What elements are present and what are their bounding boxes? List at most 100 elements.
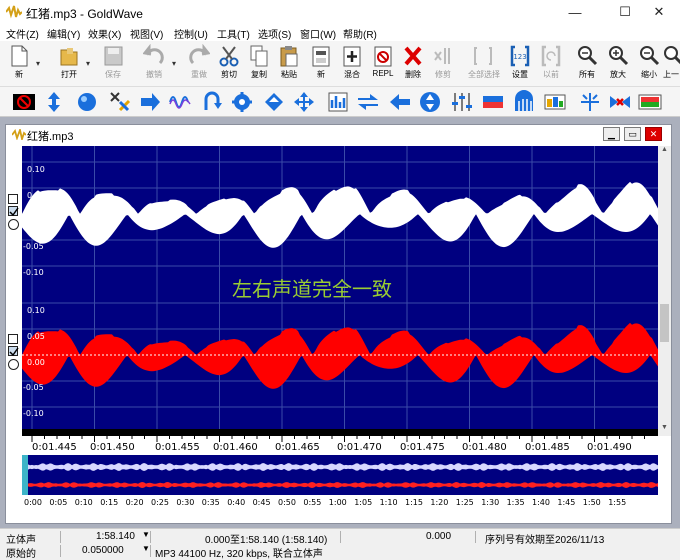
mix-icon (343, 46, 361, 67)
status-divider (60, 545, 61, 557)
time-label: 0:01.445 (32, 442, 77, 453)
zoom-out-icon (640, 46, 660, 66)
menu-window[interactable]: 窗口(W) (300, 26, 336, 41)
axis-label: -0.05 (23, 383, 44, 392)
child-close-button[interactable]: ✕ (645, 127, 662, 141)
echo-icon[interactable] (168, 90, 192, 114)
new-dropdown-icon[interactable]: ▾ (36, 59, 40, 68)
copy-button[interactable]: 复制 (244, 43, 274, 85)
minimize-button[interactable]: — (554, 0, 596, 24)
wave-icon[interactable] (638, 90, 662, 114)
mix-button[interactable]: 混合 (337, 43, 367, 85)
redo-button[interactable]: 重做 (184, 43, 214, 85)
overview-time-label: 0:40 (227, 498, 245, 507)
status-dropdown-icon[interactable]: ▼ (142, 530, 150, 539)
overview-time-label: 1:55 (608, 498, 626, 507)
sound-file-icon (12, 129, 26, 140)
resample-icon[interactable] (42, 90, 66, 114)
dynamics-icon[interactable] (292, 90, 316, 114)
trim-button[interactable]: 修剪 (428, 43, 458, 85)
menu-options[interactable]: 选项(S) (258, 26, 291, 41)
menu-file[interactable]: 文件(Z) (6, 26, 39, 41)
flip-channels-icon[interactable] (356, 90, 380, 114)
overview-waveform[interactable] (22, 455, 658, 495)
equalizer-icon[interactable] (326, 90, 350, 114)
scroll-down-icon[interactable]: ▼ (658, 424, 671, 436)
replace-button[interactable]: REPL (368, 43, 398, 85)
previous-selection-button[interactable]: 以前 (536, 43, 566, 85)
menu-control[interactable]: 控制(U) (174, 26, 208, 41)
paste-new-button[interactable]: 新 (306, 43, 336, 85)
pan-left-icon[interactable] (388, 90, 412, 114)
close-button[interactable]: ✕ (638, 0, 680, 24)
previous-icon (541, 45, 561, 67)
status-position: 0.000 (426, 531, 452, 542)
channel-mixer-icon[interactable] (108, 90, 132, 114)
paste-new-icon (312, 46, 330, 67)
delete-button[interactable]: 删除 (398, 43, 428, 85)
new-button[interactable]: 新 (4, 43, 34, 85)
noise-reduction-icon[interactable] (262, 90, 286, 114)
overview-time-label: 1:35 (507, 498, 525, 507)
cut-button[interactable]: 剪切 (214, 43, 244, 85)
scroll-up-icon[interactable]: ▲ (658, 146, 671, 158)
save-icon (104, 46, 123, 66)
delete-icon (404, 46, 422, 66)
paste-button[interactable]: 粘贴 (274, 43, 304, 85)
new-file-icon (11, 45, 28, 67)
sliders-icon[interactable] (450, 90, 474, 114)
zoom-all-button[interactable]: 所有 (572, 43, 602, 85)
left-channel-enable-checkbox[interactable] (8, 194, 18, 204)
doppler-icon[interactable] (75, 90, 99, 114)
undo-dropdown-icon[interactable]: ▾ (172, 59, 176, 68)
child-restore-button[interactable]: ▭ (624, 127, 641, 141)
zoom-all-icon (578, 46, 598, 66)
overview-ruler: 0:00 0:05 0:10 0:15 0:20 0:25 0:30 0:35 0:40 0:45… (22, 495, 658, 508)
left-channel-checked-box[interactable] (8, 206, 19, 217)
reverse-icon[interactable] (200, 90, 224, 114)
fade-icon[interactable] (481, 90, 505, 114)
open-button[interactable]: 打开 (54, 43, 84, 85)
status-length: 1:58.140 (96, 531, 135, 542)
pop-click-icon[interactable] (578, 90, 602, 114)
filter-icon[interactable] (512, 90, 536, 114)
zoom-in-button[interactable]: 放大 (603, 43, 633, 85)
left-channel-radio[interactable] (8, 219, 19, 230)
zoom-previous-button[interactable]: 上一 (662, 43, 680, 85)
child-minimize-button[interactable]: ▁ (603, 127, 620, 141)
save-button[interactable]: 保存 (98, 43, 128, 85)
menu-edit[interactable]: 编辑(Y) (47, 26, 80, 41)
overview-time-label: 0:35 (202, 498, 220, 507)
zoom-out-button[interactable]: 缩小 (634, 43, 664, 85)
scrollbar-thumb[interactable] (660, 304, 669, 342)
overview-playhead[interactable] (22, 455, 28, 495)
menu-effects[interactable]: 效果(X) (88, 26, 121, 41)
open-dropdown-icon[interactable]: ▾ (86, 59, 90, 68)
menu-help[interactable]: 帮助(R) (343, 26, 377, 41)
spectrum-icon[interactable] (543, 90, 567, 114)
status-license: 序列号有效期至2026/11/13 (485, 535, 605, 546)
select-all-button[interactable]: 全部选择 (468, 43, 500, 85)
no-entry-icon[interactable] (12, 90, 36, 114)
volume-icon[interactable] (608, 90, 632, 114)
overview-time-label: 0:20 (126, 498, 144, 507)
menu-view[interactable]: 视图(V) (130, 26, 163, 41)
set-marker-button[interactable]: 123 设置 (505, 43, 535, 85)
undo-button[interactable]: 撤销 (139, 43, 169, 85)
axis-label: -0.10 (23, 268, 44, 277)
invert-icon[interactable] (418, 90, 442, 114)
overview-time-label: 1:15 (405, 498, 423, 507)
time-warp-icon[interactable] (230, 90, 254, 114)
trim-icon (434, 48, 450, 64)
compressor-icon[interactable] (138, 90, 162, 114)
axis-label: 0.10 (27, 306, 45, 315)
menu-tools[interactable]: 工具(T) (217, 26, 250, 41)
waveform-view[interactable]: 0.10 0.05 0.00 -0.05 -0.10 0.10 0.05 0.0… (22, 146, 658, 436)
right-channel-checked-box[interactable] (8, 346, 19, 357)
right-channel-enable-checkbox[interactable] (8, 334, 18, 344)
axis-label: -0.05 (23, 242, 44, 251)
status-bar: 立体声 1:58.140 ▼ 0.000至1:58.140 (1:58.140)… (0, 528, 680, 560)
zoom-dropdown-icon[interactable]: ▼ (142, 544, 150, 553)
vertical-scrollbar[interactable]: ▲ ▼ (658, 146, 671, 436)
right-channel-radio[interactable] (8, 359, 19, 370)
